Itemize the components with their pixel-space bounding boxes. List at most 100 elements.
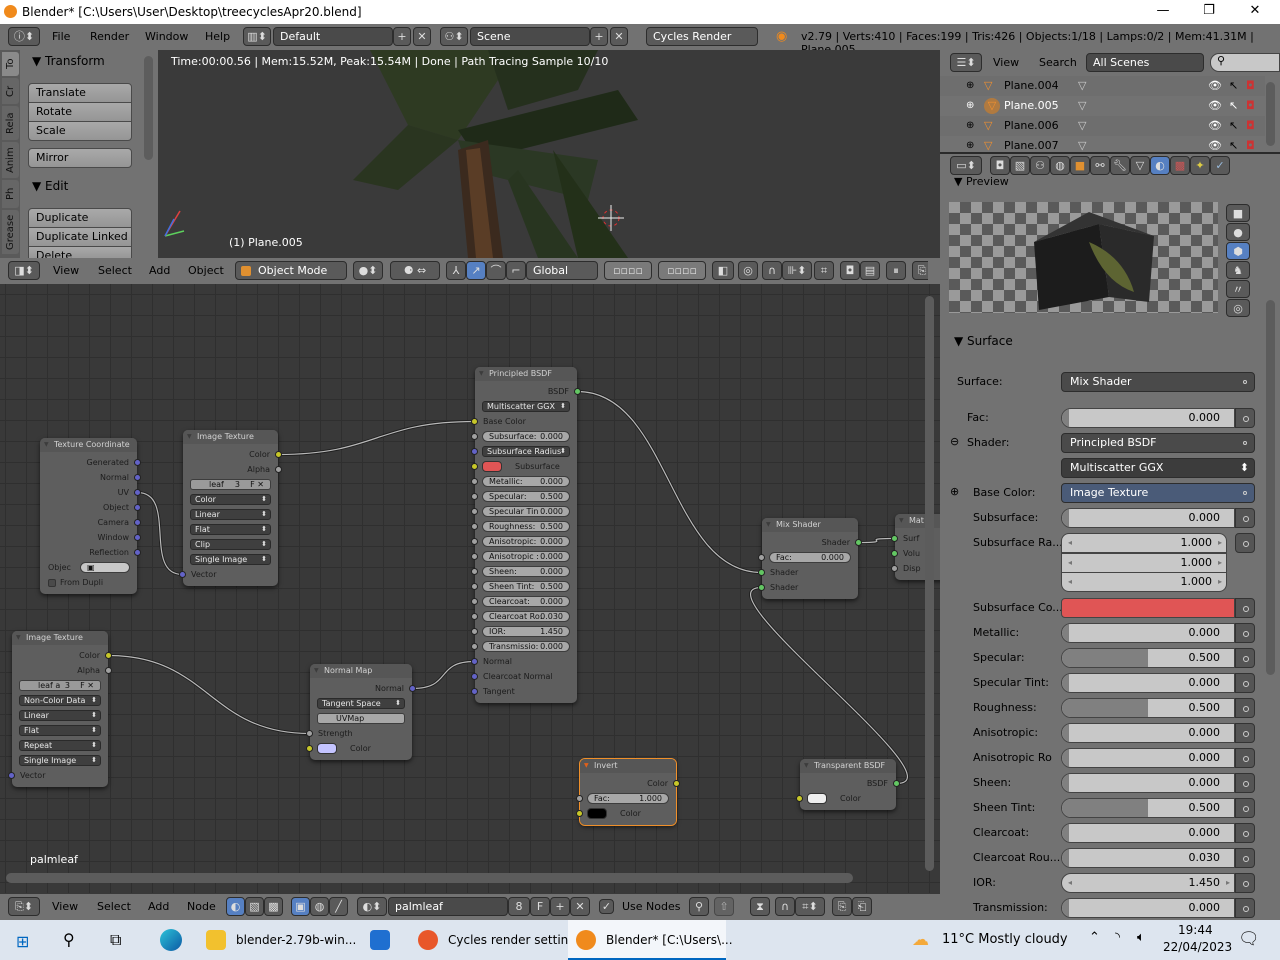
node-imgtex1[interactable]: Image Texture Color Alpha leaf 3 F ✕ Color Line… (179, 430, 282, 586)
renderability-camera-icon[interactable]: ◘ (1246, 136, 1255, 152)
property-select[interactable]: Image Texture (1061, 483, 1255, 503)
socket-green[interactable] (855, 539, 862, 546)
node-dropdown[interactable]: Non-Color Data (19, 695, 101, 706)
object-name[interactable]: Plane.006 (1004, 116, 1059, 136)
tab-particles[interactable]: ✦ (1190, 156, 1210, 175)
task-view-icon[interactable]: ⧉ (110, 930, 121, 950)
compositing-nodes-icon[interactable]: ▧ (245, 897, 264, 916)
mesh-data-icon[interactable]: ▽ (1078, 136, 1086, 152)
node-value-field[interactable]: Anisotropic :0.000 (482, 551, 570, 562)
scale-button[interactable]: Scale (28, 121, 132, 141)
node-value-field[interactable]: Specular: 0.500 (482, 491, 570, 502)
taskbar-app[interactable]: Cycles render settin... (410, 920, 580, 960)
preview-panel-title[interactable]: ▼ Preview (954, 176, 1009, 188)
image-unlink-icon[interactable]: F ✕ (80, 681, 94, 690)
snap-element-icon[interactable]: ⊪⬍ (782, 261, 812, 280)
node-transparent[interactable]: Transparent BSDF BSDF Color (796, 759, 900, 810)
socket-blue[interactable] (471, 688, 478, 695)
search-icon[interactable]: ⚲ (63, 930, 75, 949)
node-value-field[interactable]: Anisotropic: 0.000 (482, 536, 570, 547)
delete-scene-button[interactable]: ✕ (610, 27, 628, 46)
decrement-arrow-icon[interactable]: ◂ (1068, 874, 1072, 892)
menu-node[interactable]: Node (187, 900, 216, 913)
socket-link-button[interactable] (1235, 848, 1255, 868)
socket-blue[interactable] (134, 489, 141, 496)
node-value-field[interactable]: Transmissio: 0.000 (482, 641, 570, 652)
socket-gray[interactable] (471, 553, 478, 560)
manipulator-icon[interactable]: ⅄ (446, 261, 466, 280)
object-name[interactable]: Plane.007 (1004, 136, 1059, 152)
scale-manipulator-icon[interactable]: ⌐ (506, 261, 526, 280)
node-title[interactable]: Image Texture (12, 631, 108, 645)
socket-blue[interactable] (179, 571, 186, 578)
lock-layers-icon[interactable]: ◧ (712, 261, 734, 280)
socket-gray[interactable] (758, 554, 765, 561)
object-field[interactable]: ▣ (80, 562, 130, 573)
taskbar-app[interactable] (362, 920, 402, 960)
tab-create[interactable]: Cr (2, 78, 19, 104)
node-value-field[interactable]: Specular Tin 0.000 (482, 506, 570, 517)
socket-blue[interactable] (471, 673, 478, 680)
node-value-field[interactable]: Subsurface: 0.000 (482, 431, 570, 442)
node-value-field[interactable]: Clearcoat Ro: 0.030 (482, 611, 570, 622)
preview-hair-icon[interactable]: 〃 (1226, 280, 1250, 298)
shader-nodes-icon[interactable]: ◐ (226, 897, 245, 916)
fake-user-button[interactable]: F (530, 897, 550, 916)
render-animation-icon[interactable]: ▤ (860, 261, 880, 280)
node-normalmap[interactable]: Normal Map Normal Tangent Space UVMap Streng… (306, 664, 416, 760)
socket-link-button[interactable] (1235, 508, 1255, 528)
property-select[interactable]: Mix Shader (1061, 372, 1255, 392)
horizontal-scrollbar[interactable] (6, 873, 853, 883)
selectability-cursor-icon[interactable]: ↖ (1229, 76, 1238, 96)
tab-animation[interactable]: Anim (2, 142, 19, 178)
menu-search[interactable]: Search (1039, 56, 1077, 69)
windows-start-icon[interactable]: ⊞ (16, 932, 29, 951)
expand-icon[interactable]: ⊕ (950, 485, 959, 498)
node-title[interactable]: Principled BSDF (475, 367, 577, 381)
3d-cursor-icon[interactable] (598, 205, 624, 231)
object-name[interactable]: Plane.004 (1004, 76, 1059, 96)
socket-blue[interactable] (134, 534, 141, 541)
duplicate-linked-button[interactable]: Duplicate Linked (28, 227, 132, 247)
socket-blue[interactable] (134, 519, 141, 526)
new-material-button[interactable]: + (550, 897, 570, 916)
preview-cube-icon[interactable]: ⬢ (1226, 242, 1250, 260)
menu-add[interactable]: Add (149, 264, 170, 277)
node-editor[interactable]: palmleaf Texture Coordinate Generated Norm… (0, 284, 940, 893)
property-slider[interactable]: 0.000 (1061, 408, 1235, 428)
tab-relations[interactable]: Rela (2, 106, 19, 140)
outliner-item[interactable]: ⊕ ▽ Plane.007 ▽ 👁︎ ↖ ◘ (940, 136, 1265, 152)
translate-button[interactable]: Translate (28, 83, 132, 103)
socket-yellow[interactable] (796, 795, 803, 802)
translate-manipulator-icon[interactable]: ↗ (466, 261, 486, 280)
node-dropdown[interactable]: Linear (190, 509, 271, 520)
node-dropdown[interactable]: Subsurface Radius (482, 446, 570, 457)
rotate-manipulator-icon[interactable]: ⌒ (486, 261, 506, 280)
tab-modifiers[interactable]: 🔧︎ (1110, 156, 1130, 175)
socket-gray[interactable] (471, 568, 478, 575)
expand-icon[interactable]: ⊕ (966, 116, 974, 136)
mesh-data-icon[interactable]: ▽ (1078, 96, 1086, 116)
node-value-field[interactable]: Roughness: 0.500 (482, 521, 570, 532)
socket-gray[interactable] (275, 466, 282, 473)
image-selector[interactable]: leaf a3 F ✕ (19, 680, 101, 691)
menu-view[interactable]: View (993, 56, 1019, 69)
copy-nodes-icon[interactable]: ⎘ (832, 897, 852, 916)
node-title[interactable]: Invert (580, 759, 676, 773)
socket-yellow[interactable] (576, 810, 583, 817)
visibility-eye-icon[interactable]: 👁︎ (1208, 76, 1222, 96)
screen-layout-icon[interactable]: ▥⬍ (243, 27, 271, 46)
visibility-eye-icon[interactable]: 👁︎ (1208, 116, 1222, 136)
socket-link-button[interactable] (1235, 898, 1255, 918)
socket-gray[interactable] (306, 730, 313, 737)
property-select[interactable]: Multiscatter GGX ⬍ (1061, 458, 1255, 478)
property-slider[interactable]: 0.500 (1061, 798, 1235, 818)
property-slider[interactable]: 0.000 (1061, 898, 1235, 918)
node-title[interactable]: Transparent BSDF (800, 759, 896, 773)
viewport-shading-icon[interactable]: ●⬍ (353, 261, 383, 280)
vector-component-field[interactable]: ◂ 1.000 ▸ (1061, 533, 1227, 553)
tab-tools[interactable]: To (2, 52, 19, 76)
socket-green[interactable] (893, 780, 900, 787)
socket-gray[interactable] (471, 508, 478, 515)
tab-data[interactable]: ▽ (1130, 156, 1150, 175)
